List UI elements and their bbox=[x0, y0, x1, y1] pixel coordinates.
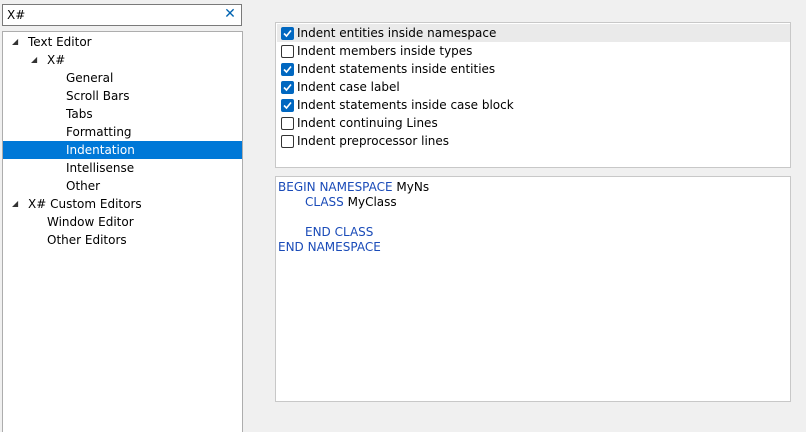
option-indent-continuing-lines[interactable]: Indent continuing Lines bbox=[280, 114, 788, 132]
option-indent-statements-inside-case-block[interactable]: Indent statements inside case block bbox=[280, 96, 788, 114]
checkbox[interactable] bbox=[281, 27, 294, 40]
search-value[interactable]: X# bbox=[7, 8, 25, 22]
code-keyword: CLASS bbox=[305, 195, 344, 209]
option-indent-case-label[interactable]: Indent case label bbox=[280, 78, 788, 96]
tree-item-label: Formatting bbox=[66, 125, 132, 139]
code-line: BEGIN NAMESPACE MyNs bbox=[278, 180, 429, 195]
checkbox[interactable] bbox=[281, 117, 294, 130]
tree-item-indentation[interactable]: Indentation bbox=[3, 141, 242, 159]
indentation-options-list: Indent entities inside namespace Indent … bbox=[275, 22, 791, 168]
code-line: CLASS MyClass bbox=[305, 195, 397, 210]
options-dialog: X# ✕ ◢ Text Editor ◢ X# General Scroll B… bbox=[0, 0, 806, 432]
tree-item-tabs[interactable]: Tabs bbox=[3, 105, 242, 123]
tree-item-label: Tabs bbox=[66, 107, 93, 121]
tree-item-intellisense[interactable]: Intellisense bbox=[3, 159, 242, 177]
tree-item-xsharp-custom-editors[interactable]: ◢ X# Custom Editors bbox=[3, 195, 242, 213]
tree-item-label: Intellisense bbox=[66, 161, 135, 175]
code-line: END CLASS bbox=[305, 225, 373, 240]
option-indent-statements-inside-entities[interactable]: Indent statements inside entities bbox=[280, 60, 788, 78]
tree-item-formatting[interactable]: Formatting bbox=[3, 123, 242, 141]
option-label: Indent entities inside namespace bbox=[297, 26, 497, 40]
tree-item-scroll-bars[interactable]: Scroll Bars bbox=[3, 87, 242, 105]
tree-item-label: X# bbox=[47, 53, 66, 67]
tree-item-window-editor[interactable]: Window Editor bbox=[3, 213, 242, 231]
option-indent-preprocessor-lines[interactable]: Indent preprocessor lines bbox=[280, 132, 788, 150]
code-text: MyNs bbox=[392, 180, 430, 194]
option-label: Indent preprocessor lines bbox=[297, 134, 450, 148]
tree-item-label: Window Editor bbox=[47, 215, 134, 229]
code-preview: BEGIN NAMESPACE MyNs CLASS MyClass END C… bbox=[275, 176, 791, 402]
tree-item-label: Scroll Bars bbox=[66, 89, 130, 103]
option-label: Indent continuing Lines bbox=[297, 116, 438, 130]
code-text: MyClass bbox=[343, 195, 397, 209]
tree-item-other[interactable]: Other bbox=[3, 177, 242, 195]
option-label: Indent case label bbox=[297, 80, 400, 94]
close-icon[interactable]: ✕ bbox=[223, 7, 237, 21]
code-keyword: BEGIN NAMESPACE bbox=[278, 180, 393, 194]
expanded-arrow-icon[interactable]: ◢ bbox=[31, 51, 41, 69]
option-label: Indent statements inside entities bbox=[297, 62, 496, 76]
option-label: Indent members inside types bbox=[297, 44, 473, 58]
tree-item-other-editors[interactable]: Other Editors bbox=[3, 231, 242, 249]
option-label: Indent statements inside case block bbox=[297, 98, 514, 112]
expanded-arrow-icon[interactable]: ◢ bbox=[12, 195, 22, 213]
checkbox[interactable] bbox=[281, 63, 294, 76]
code-keyword: END NAMESPACE bbox=[278, 240, 381, 254]
tree-item-label: Text Editor bbox=[28, 35, 92, 49]
tree-item-label: General bbox=[66, 71, 114, 85]
tree-item-label: Indentation bbox=[66, 143, 135, 157]
checkbox[interactable] bbox=[281, 45, 294, 58]
tree-item-general[interactable]: General bbox=[3, 69, 242, 87]
tree-item-text-editor[interactable]: ◢ Text Editor bbox=[3, 33, 242, 51]
tree-item-label: X# Custom Editors bbox=[28, 197, 142, 211]
option-indent-entities-inside-namespace[interactable]: Indent entities inside namespace bbox=[277, 24, 790, 42]
tree-item-label: Other bbox=[66, 179, 101, 193]
tree-item-label: Other Editors bbox=[47, 233, 127, 247]
checkbox[interactable] bbox=[281, 135, 294, 148]
code-keyword: END CLASS bbox=[305, 225, 374, 239]
code-line: END NAMESPACE bbox=[278, 240, 381, 255]
checkbox[interactable] bbox=[281, 81, 294, 94]
search-input[interactable]: X# ✕ bbox=[2, 4, 242, 26]
tree-item-xsharp[interactable]: ◢ X# bbox=[3, 51, 242, 69]
checkbox[interactable] bbox=[281, 99, 294, 112]
expanded-arrow-icon[interactable]: ◢ bbox=[12, 33, 22, 51]
option-indent-members-inside-types[interactable]: Indent members inside types bbox=[280, 42, 788, 60]
options-tree: ◢ Text Editor ◢ X# General Scroll Bars T… bbox=[2, 31, 243, 432]
